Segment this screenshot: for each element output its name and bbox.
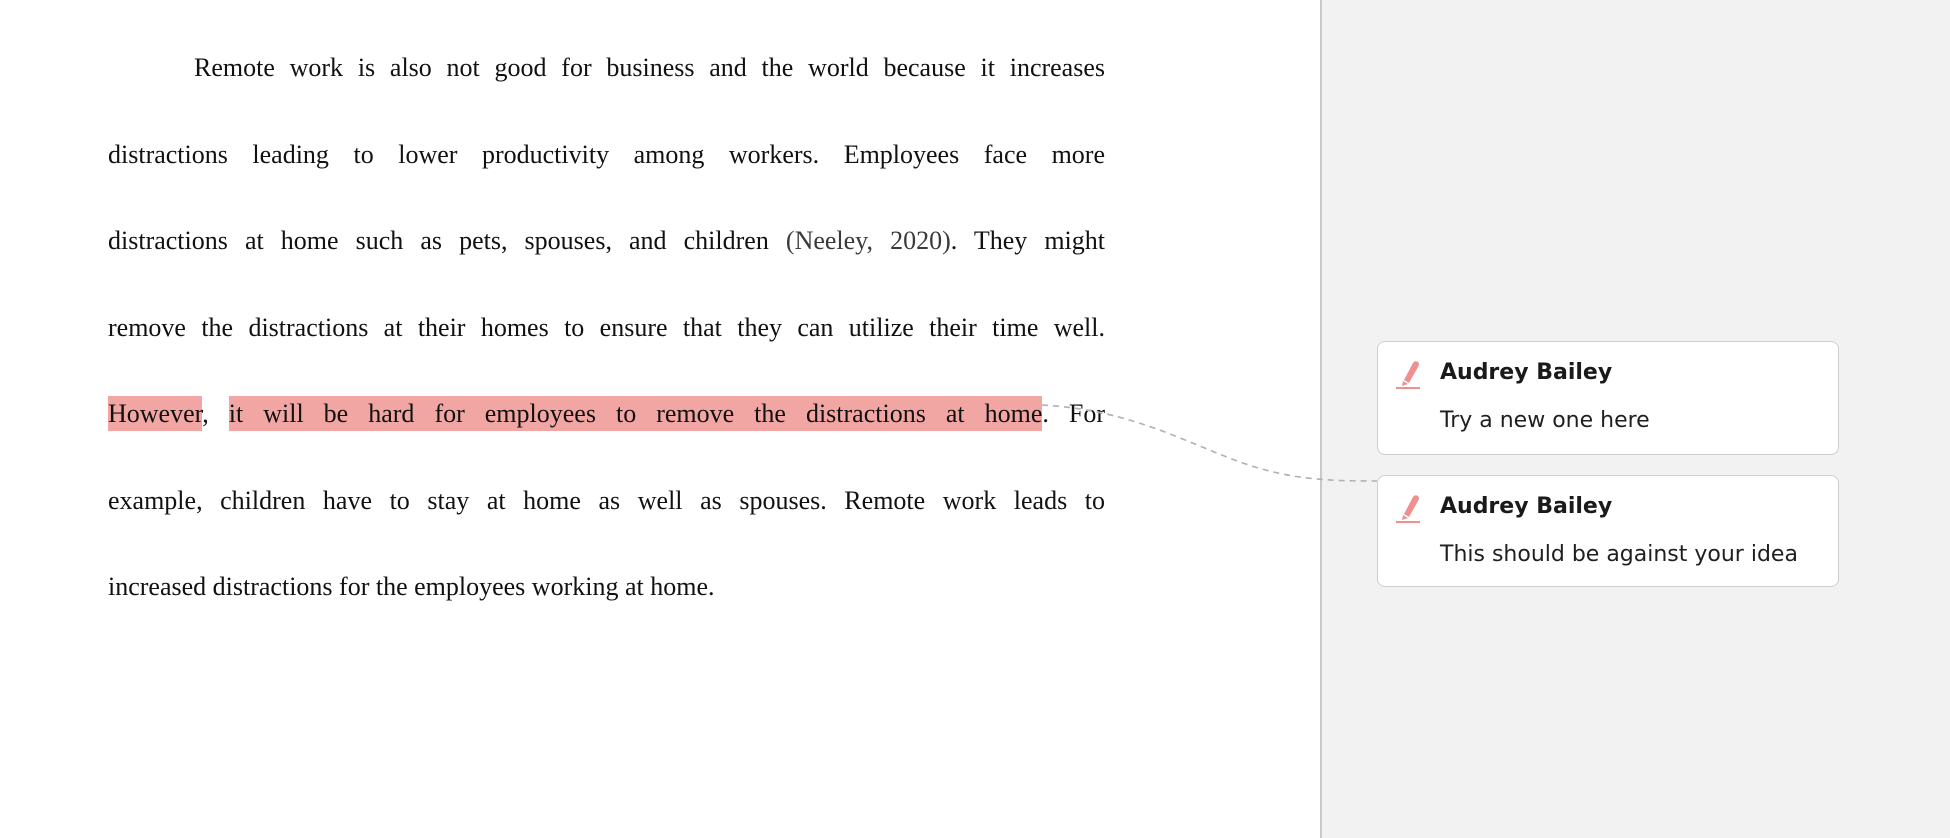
document-body[interactable]: Remote work is also not good for busines… — [108, 41, 1105, 647]
comment-card[interactable]: Audrey Bailey This should be against you… — [1377, 475, 1839, 587]
paragraph-line[interactable]: distractions at home such as pets, spous… — [108, 214, 1105, 301]
text-run: distractions at home such as pets, spous… — [108, 226, 786, 255]
text-run: increased distractions for the employees… — [108, 572, 715, 601]
text-run: remove the distractions at their homes t… — [108, 312, 1105, 342]
comment-highlight-1[interactable]: However — [108, 396, 203, 431]
paragraph-line[interactable]: example, children have to stay at home a… — [108, 474, 1105, 561]
text-run: . For — [1042, 399, 1106, 428]
paragraph-line[interactable]: Remote work is also not good for busines… — [108, 41, 1105, 128]
text-run: , — [202, 399, 229, 428]
text-run: distractions leading to lower productivi… — [108, 139, 1105, 169]
text-run: . They might — [950, 226, 1106, 255]
comment-author: Audrey Bailey — [1440, 360, 1613, 385]
highlighter-icon — [1396, 495, 1420, 523]
text-run: Remote work is also not good for busines… — [194, 53, 1105, 82]
citation: (Neeley, 2020) — [785, 226, 951, 255]
paragraph-line[interactable]: remove the distractions at their homes t… — [108, 301, 1105, 388]
comment-author: Audrey Bailey — [1440, 494, 1613, 519]
word-processor-view: Remote work is also not good for busines… — [0, 0, 1950, 838]
paragraph-line[interactable]: However, it will be hard for employees t… — [108, 387, 1105, 474]
text-run: example, children have to stay at home a… — [108, 485, 1105, 515]
document-page[interactable]: Remote work is also not good for busines… — [0, 0, 1320, 838]
comment-highlight-2[interactable]: it will be hard for employees to remove … — [228, 396, 1043, 431]
comment-text: Try a new one here — [1440, 408, 1650, 433]
comment-card[interactable]: Audrey Bailey Try a new one here — [1377, 341, 1839, 455]
paragraph-line[interactable]: increased distractions for the employees… — [108, 560, 1105, 647]
highlighter-icon — [1396, 361, 1420, 389]
comment-text: This should be against your idea — [1440, 542, 1798, 567]
paragraph-line[interactable]: distractions leading to lower productivi… — [108, 128, 1105, 215]
